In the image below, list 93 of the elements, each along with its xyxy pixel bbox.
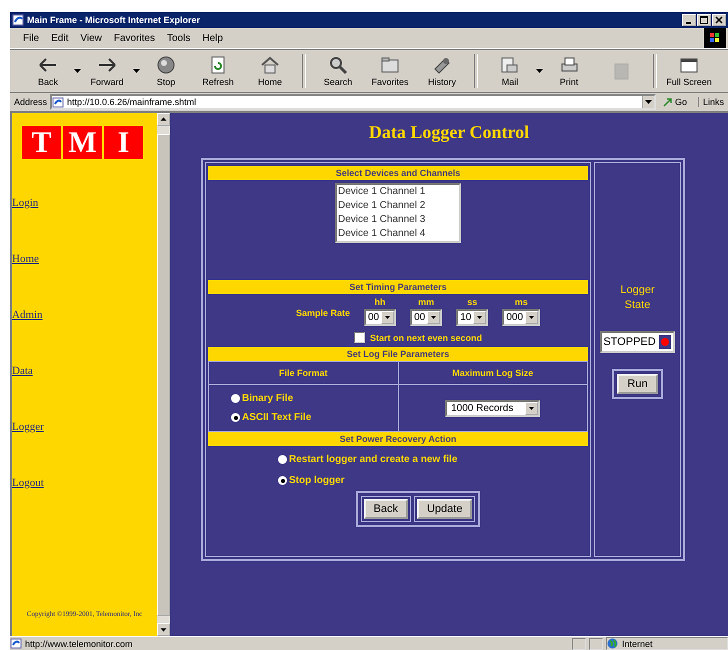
channel-list[interactable]: Device 1 Channel 1 Device 1 Channel 2 Device 1 Channel 3 Device 1 Channel 4 — [335, 183, 461, 243]
channel-option[interactable]: Device 1 Channel 2 — [337, 199, 459, 213]
scroll-down-icon[interactable] — [157, 623, 170, 636]
unit-label: hh — [374, 297, 386, 307]
dropdown-caret-icon — [381, 311, 394, 324]
log-size-dropdown[interactable]: 1000 Records — [445, 400, 540, 416]
nav-link[interactable]: Admin — [12, 309, 43, 321]
channel-option[interactable]: Device 1 Channel 4 — [337, 227, 459, 241]
search-icon — [327, 55, 349, 75]
nav-link[interactable]: Login — [12, 197, 38, 209]
unit-label: ms — [514, 297, 528, 307]
status-pane — [572, 638, 586, 650]
column-heading: File Format — [208, 362, 398, 384]
scroll-up-icon[interactable] — [157, 113, 170, 126]
dropdown-caret-icon — [473, 311, 486, 324]
channel-option[interactable]: Device 1 Channel 1 — [337, 185, 459, 199]
dropdown-caret-icon — [427, 311, 440, 324]
menu-item[interactable]: File — [18, 32, 44, 44]
toolbar-button[interactable]: Mail — [484, 55, 543, 87]
dropdown-caret-icon — [133, 69, 140, 73]
column-heading: Maximum Log Size — [398, 362, 588, 384]
ie-page-icon — [12, 14, 24, 26]
menu-item[interactable]: Tools — [162, 32, 196, 44]
scrollbar-thumb[interactable] — [157, 134, 170, 616]
toolbar-button[interactable]: Stop — [140, 55, 192, 87]
radio-button[interactable] — [231, 394, 240, 403]
radio-label: ASCII Text File — [242, 412, 312, 423]
section-heading: Set Log File Parameters — [208, 347, 588, 361]
time-dropdown[interactable]: 10 — [456, 309, 488, 326]
close-icon[interactable] — [712, 14, 726, 26]
page-title: Data Logger Control — [368, 122, 530, 143]
time-dropdown[interactable]: 000 — [502, 309, 540, 326]
toolbar-button[interactable]: Print — [543, 55, 595, 87]
toolbar-button[interactable]: Home — [244, 55, 296, 87]
radio-button[interactable] — [231, 413, 240, 422]
radio-label: Stop logger — [289, 475, 345, 486]
section-heading: Set Power Recovery Action — [208, 432, 588, 446]
radio-button[interactable] — [278, 455, 287, 464]
house-icon — [259, 55, 281, 75]
section-heading: Set Timing Parameters — [208, 280, 588, 294]
dropdown-caret-icon — [74, 69, 81, 73]
menu-item[interactable]: Edit — [46, 32, 74, 44]
toolbar-button[interactable]: Back — [22, 55, 81, 87]
window-title: Main Frame - Microsoft Internet Explorer — [27, 15, 202, 25]
go-arrow-icon — [662, 97, 673, 107]
toolbar-button[interactable]: Refresh — [192, 55, 244, 87]
ie-page-icon — [52, 96, 64, 108]
channel-option[interactable]: Device 1 Channel 3 — [337, 213, 459, 227]
minimize-icon[interactable] — [682, 14, 696, 26]
time-dropdown[interactable]: 00 — [410, 309, 442, 326]
nav-link[interactable]: Data — [12, 365, 33, 377]
security-zone: Internet — [622, 638, 653, 648]
form-button[interactable]: Update — [416, 499, 472, 519]
menu-item[interactable]: View — [75, 32, 107, 44]
menu-item[interactable]: Favorites — [108, 32, 160, 44]
tmi-logo: T M I — [22, 126, 157, 159]
globe-icon — [607, 638, 618, 649]
logger-state-label: Logger State — [619, 283, 656, 313]
dropdown-caret-icon — [525, 402, 538, 414]
toolbar-button[interactable]: History — [416, 55, 468, 87]
field-label: Sample Rate — [296, 308, 350, 318]
folder-icon — [379, 55, 401, 75]
dropdown-caret-icon[interactable] — [642, 96, 654, 108]
unit-label: mm — [418, 297, 434, 307]
status-pane — [589, 638, 603, 650]
form-button[interactable]: Back — [364, 499, 408, 519]
menu-item[interactable]: Help — [197, 32, 228, 44]
nav-link[interactable]: Logger — [12, 421, 44, 433]
radio-button[interactable] — [278, 476, 287, 485]
nav-link[interactable]: Home — [12, 253, 39, 265]
toolbar-button[interactable]: Search — [312, 55, 364, 87]
address-label: Address — [14, 97, 48, 107]
address-field[interactable]: http://10.0.6.26/mainframe.shtml — [50, 94, 656, 110]
unit-label: ss — [467, 297, 478, 307]
nav-link[interactable]: Logout — [12, 477, 44, 489]
dropdown-caret-icon — [536, 69, 543, 73]
section-heading: Select Devices and Channels — [208, 166, 588, 180]
toolbar-button[interactable]: Full Screen — [663, 55, 715, 87]
toolbar-button[interactable]: Forward — [81, 55, 140, 87]
status-text: http://www.telemonitor.com — [25, 638, 133, 648]
toolbar-button[interactable]: Favorites — [364, 55, 416, 87]
time-dropdown[interactable]: 00 — [364, 309, 396, 326]
radio-label: Binary File — [242, 393, 294, 404]
dropdown-caret-icon — [525, 311, 538, 324]
logger-state-value: STOPPED — [603, 336, 656, 348]
checkbox-label: Start on next even second — [370, 332, 482, 342]
maximize-icon[interactable] — [697, 14, 711, 26]
links-button[interactable]: Links — [698, 97, 724, 107]
stop-icon — [155, 55, 177, 75]
go-button[interactable]: Go — [662, 97, 687, 107]
checkbox[interactable] — [354, 332, 365, 343]
radio-label: Restart logger and create a new file — [289, 454, 458, 465]
run-button[interactable]: Run — [617, 374, 658, 394]
